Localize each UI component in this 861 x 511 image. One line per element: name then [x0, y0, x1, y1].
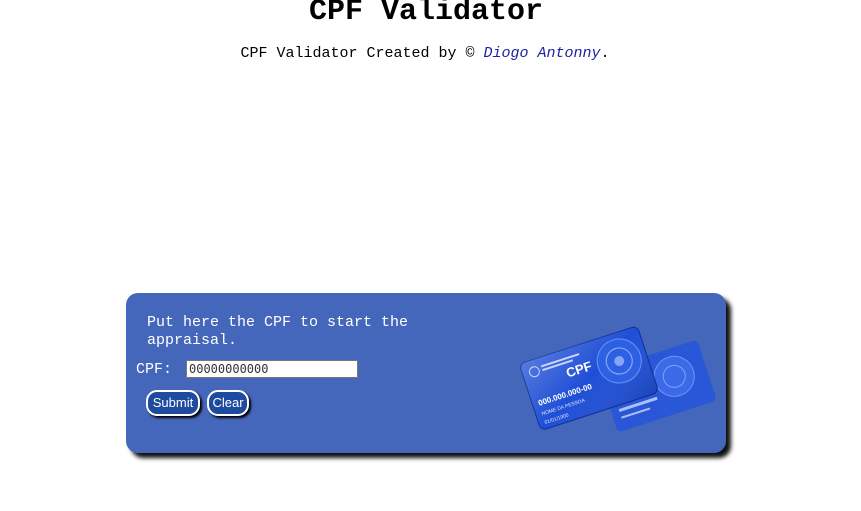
credit-text: CPF Validator Created by ©: [240, 45, 484, 62]
instruction-text: Put here the CPF to start the appraisal.: [147, 314, 409, 349]
submit-button[interactable]: Submit: [146, 390, 200, 416]
cpf-input[interactable]: [186, 360, 358, 378]
cpf-card-illustration: CPF 000.000.000-00 NOME DA PESSOA 01/01/…: [520, 326, 716, 432]
author-link[interactable]: Diogo Antonny: [484, 45, 601, 62]
validator-panel: Put here the CPF to start the appraisal.…: [126, 293, 726, 453]
page-title: CPF Validator: [308, 0, 544, 29]
credit-line: CPF Validator Created by © Diogo Antonny…: [0, 44, 850, 64]
clear-button[interactable]: Clear: [207, 390, 249, 416]
credit-period: .: [600, 45, 610, 62]
cpf-label: CPF:: [136, 361, 173, 378]
